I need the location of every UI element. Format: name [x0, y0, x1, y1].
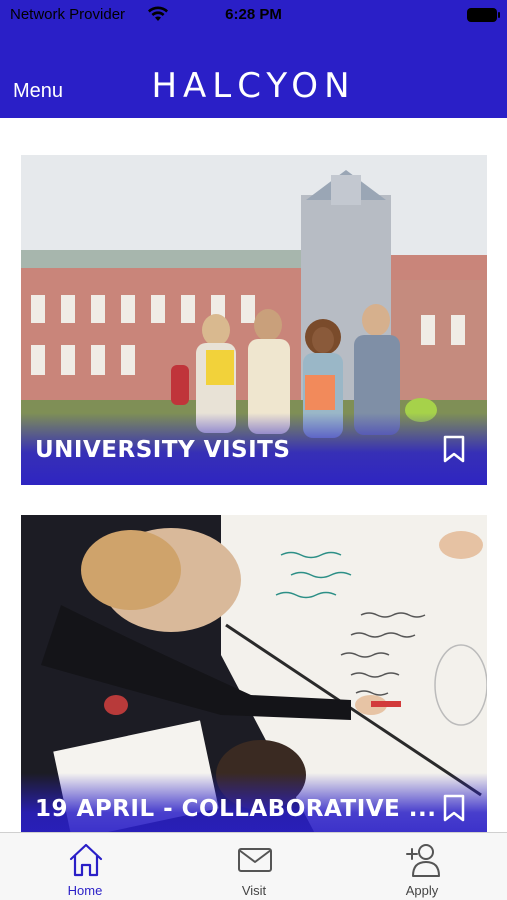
event-card[interactable]: 19 APRIL - COLLABORATIVE ... [21, 515, 487, 832]
mail-icon [238, 848, 272, 872]
card-title: UNIVERSITY VISITS [35, 437, 291, 463]
battery-icon [467, 8, 500, 22]
tab-apply[interactable]: Apply [362, 833, 482, 900]
app-screen: Network Provider 6:28 PM Menu HALCYON UN… [0, 0, 507, 900]
top-bar: Network Provider 6:28 PM Menu HALCYON [0, 0, 507, 118]
event-card[interactable]: UNIVERSITY VISITS [21, 155, 487, 485]
tab-visit[interactable]: Visit [194, 833, 314, 900]
bookmark-icon[interactable] [443, 794, 465, 822]
home-icon [69, 843, 103, 877]
add-person-icon [406, 844, 440, 877]
tab-home[interactable]: Home [25, 833, 145, 900]
status-time: 6:28 PM [225, 6, 282, 23]
tab-label: Home [67, 883, 103, 898]
tab-label: Apply [405, 883, 439, 898]
tab-label: Visit [241, 883, 267, 898]
bookmark-icon[interactable] [443, 435, 465, 463]
tab-bar: Home Visit Apply [0, 832, 507, 900]
status-bar: Network Provider 6:28 PM [0, 0, 507, 30]
brand-title: HALCYON [151, 66, 356, 106]
event-feed[interactable]: UNIVERSITY VISITS 19 APRIL - COLLABORATI… [0, 118, 507, 832]
card-title: 19 APRIL - COLLABORATIVE ... [35, 796, 437, 822]
